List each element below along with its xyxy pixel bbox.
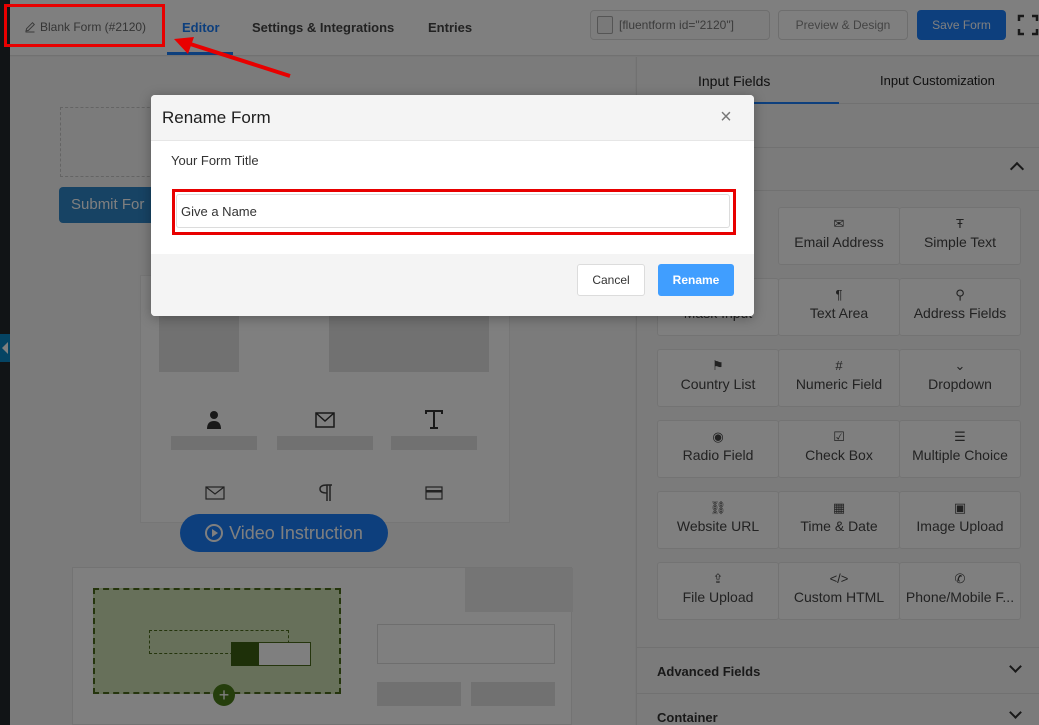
form-title-highlight	[4, 4, 165, 47]
cancel-button[interactable]: Cancel	[577, 264, 645, 296]
close-icon[interactable]: ×	[717, 107, 735, 127]
form-title-input[interactable]	[176, 194, 730, 228]
annotation-arrow-icon	[174, 37, 291, 78]
rename-form-dialog: Rename Form × Your Form Title Cancel Ren…	[151, 95, 754, 316]
dialog-header: Rename Form ×	[151, 95, 754, 141]
dialog-footer: Cancel Rename	[151, 254, 754, 316]
form-title-label: Your Form Title	[171, 153, 259, 168]
rename-button[interactable]: Rename	[658, 264, 734, 296]
dialog-title: Rename Form	[162, 108, 271, 127]
